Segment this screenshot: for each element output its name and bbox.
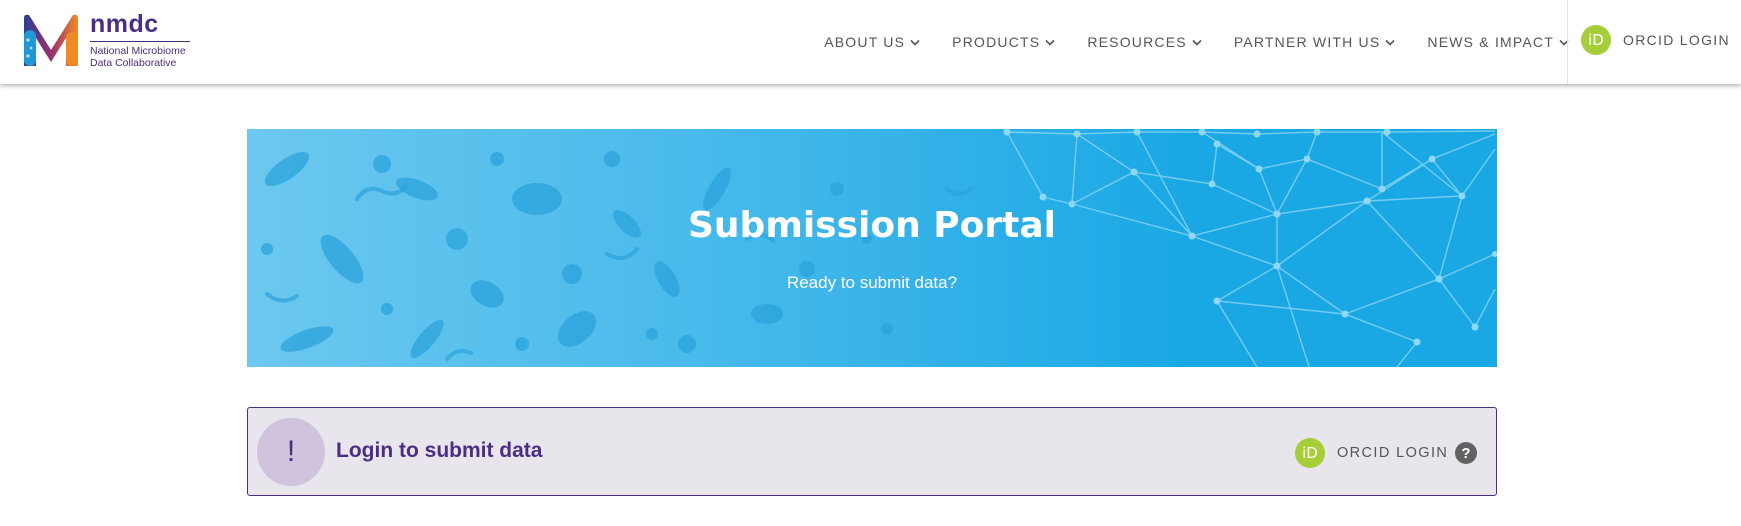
nav-item-label: ABOUT US — [824, 34, 906, 50]
alert-orcid-login-button[interactable]: iD ORCID LOGIN — [1295, 438, 1448, 468]
nav-products[interactable]: PRODUCTS — [952, 34, 1055, 50]
page-subtitle: Ready to submit data? — [786, 273, 958, 292]
nav-about-us[interactable]: ABOUT US — [824, 34, 920, 50]
submission-portal-banner: Submission Portal Ready to submit data? — [247, 129, 1497, 367]
nav-partner-with-us[interactable]: PARTNER WITH US — [1234, 34, 1396, 50]
logo-subtitle-2: Data Collaborative — [90, 57, 177, 69]
alert-login-label: ORCID LOGIN — [1337, 445, 1449, 461]
header-orcid-login-button[interactable]: iD ORCID LOGIN — [1581, 25, 1730, 55]
main-nav: ABOUT US PRODUCTS RESOURCES PARTNER WITH… — [792, 0, 1569, 84]
exclamation-icon: ! — [257, 418, 325, 486]
nav-item-label: PARTNER WITH US — [1233, 34, 1381, 50]
help-icon[interactable]: ? — [1455, 442, 1477, 464]
logo-wordmark: nmdc — [90, 10, 190, 42]
page-title: Submission Portal — [688, 205, 1056, 246]
header-login-label: ORCID LOGIN — [1623, 32, 1730, 48]
site-header: nmdc National Microbiome Data Collaborat… — [0, 0, 1741, 84]
nav-item-label: RESOURCES — [1087, 34, 1187, 50]
chevron-down-icon — [1385, 39, 1395, 46]
logo-subtitle-1: National Microbiome — [90, 45, 186, 57]
orcid-icon: iD — [1295, 438, 1325, 468]
nav-item-label: NEWS & IMPACT — [1427, 34, 1554, 50]
nmdc-logo[interactable]: nmdc National Microbiome Data Collaborat… — [20, 10, 190, 70]
orcid-icon: iD — [1581, 25, 1611, 55]
chevron-down-icon — [1045, 39, 1055, 46]
banner-microbe-network-illustration — [247, 129, 1497, 367]
nav-divider — [1567, 0, 1568, 84]
alert-message: Login to submit data — [336, 439, 543, 462]
nav-resources[interactable]: RESOURCES — [1087, 34, 1202, 50]
chevron-down-icon — [1192, 39, 1202, 46]
chevron-down-icon — [910, 39, 920, 46]
nmdc-logo-icon — [24, 14, 78, 67]
nav-news-impact[interactable]: NEWS & IMPACT — [1427, 34, 1569, 50]
nav-item-label: PRODUCTS — [952, 34, 1041, 50]
login-required-alert: ! Login to submit data iD ORCID LOGIN ? — [247, 407, 1497, 496]
